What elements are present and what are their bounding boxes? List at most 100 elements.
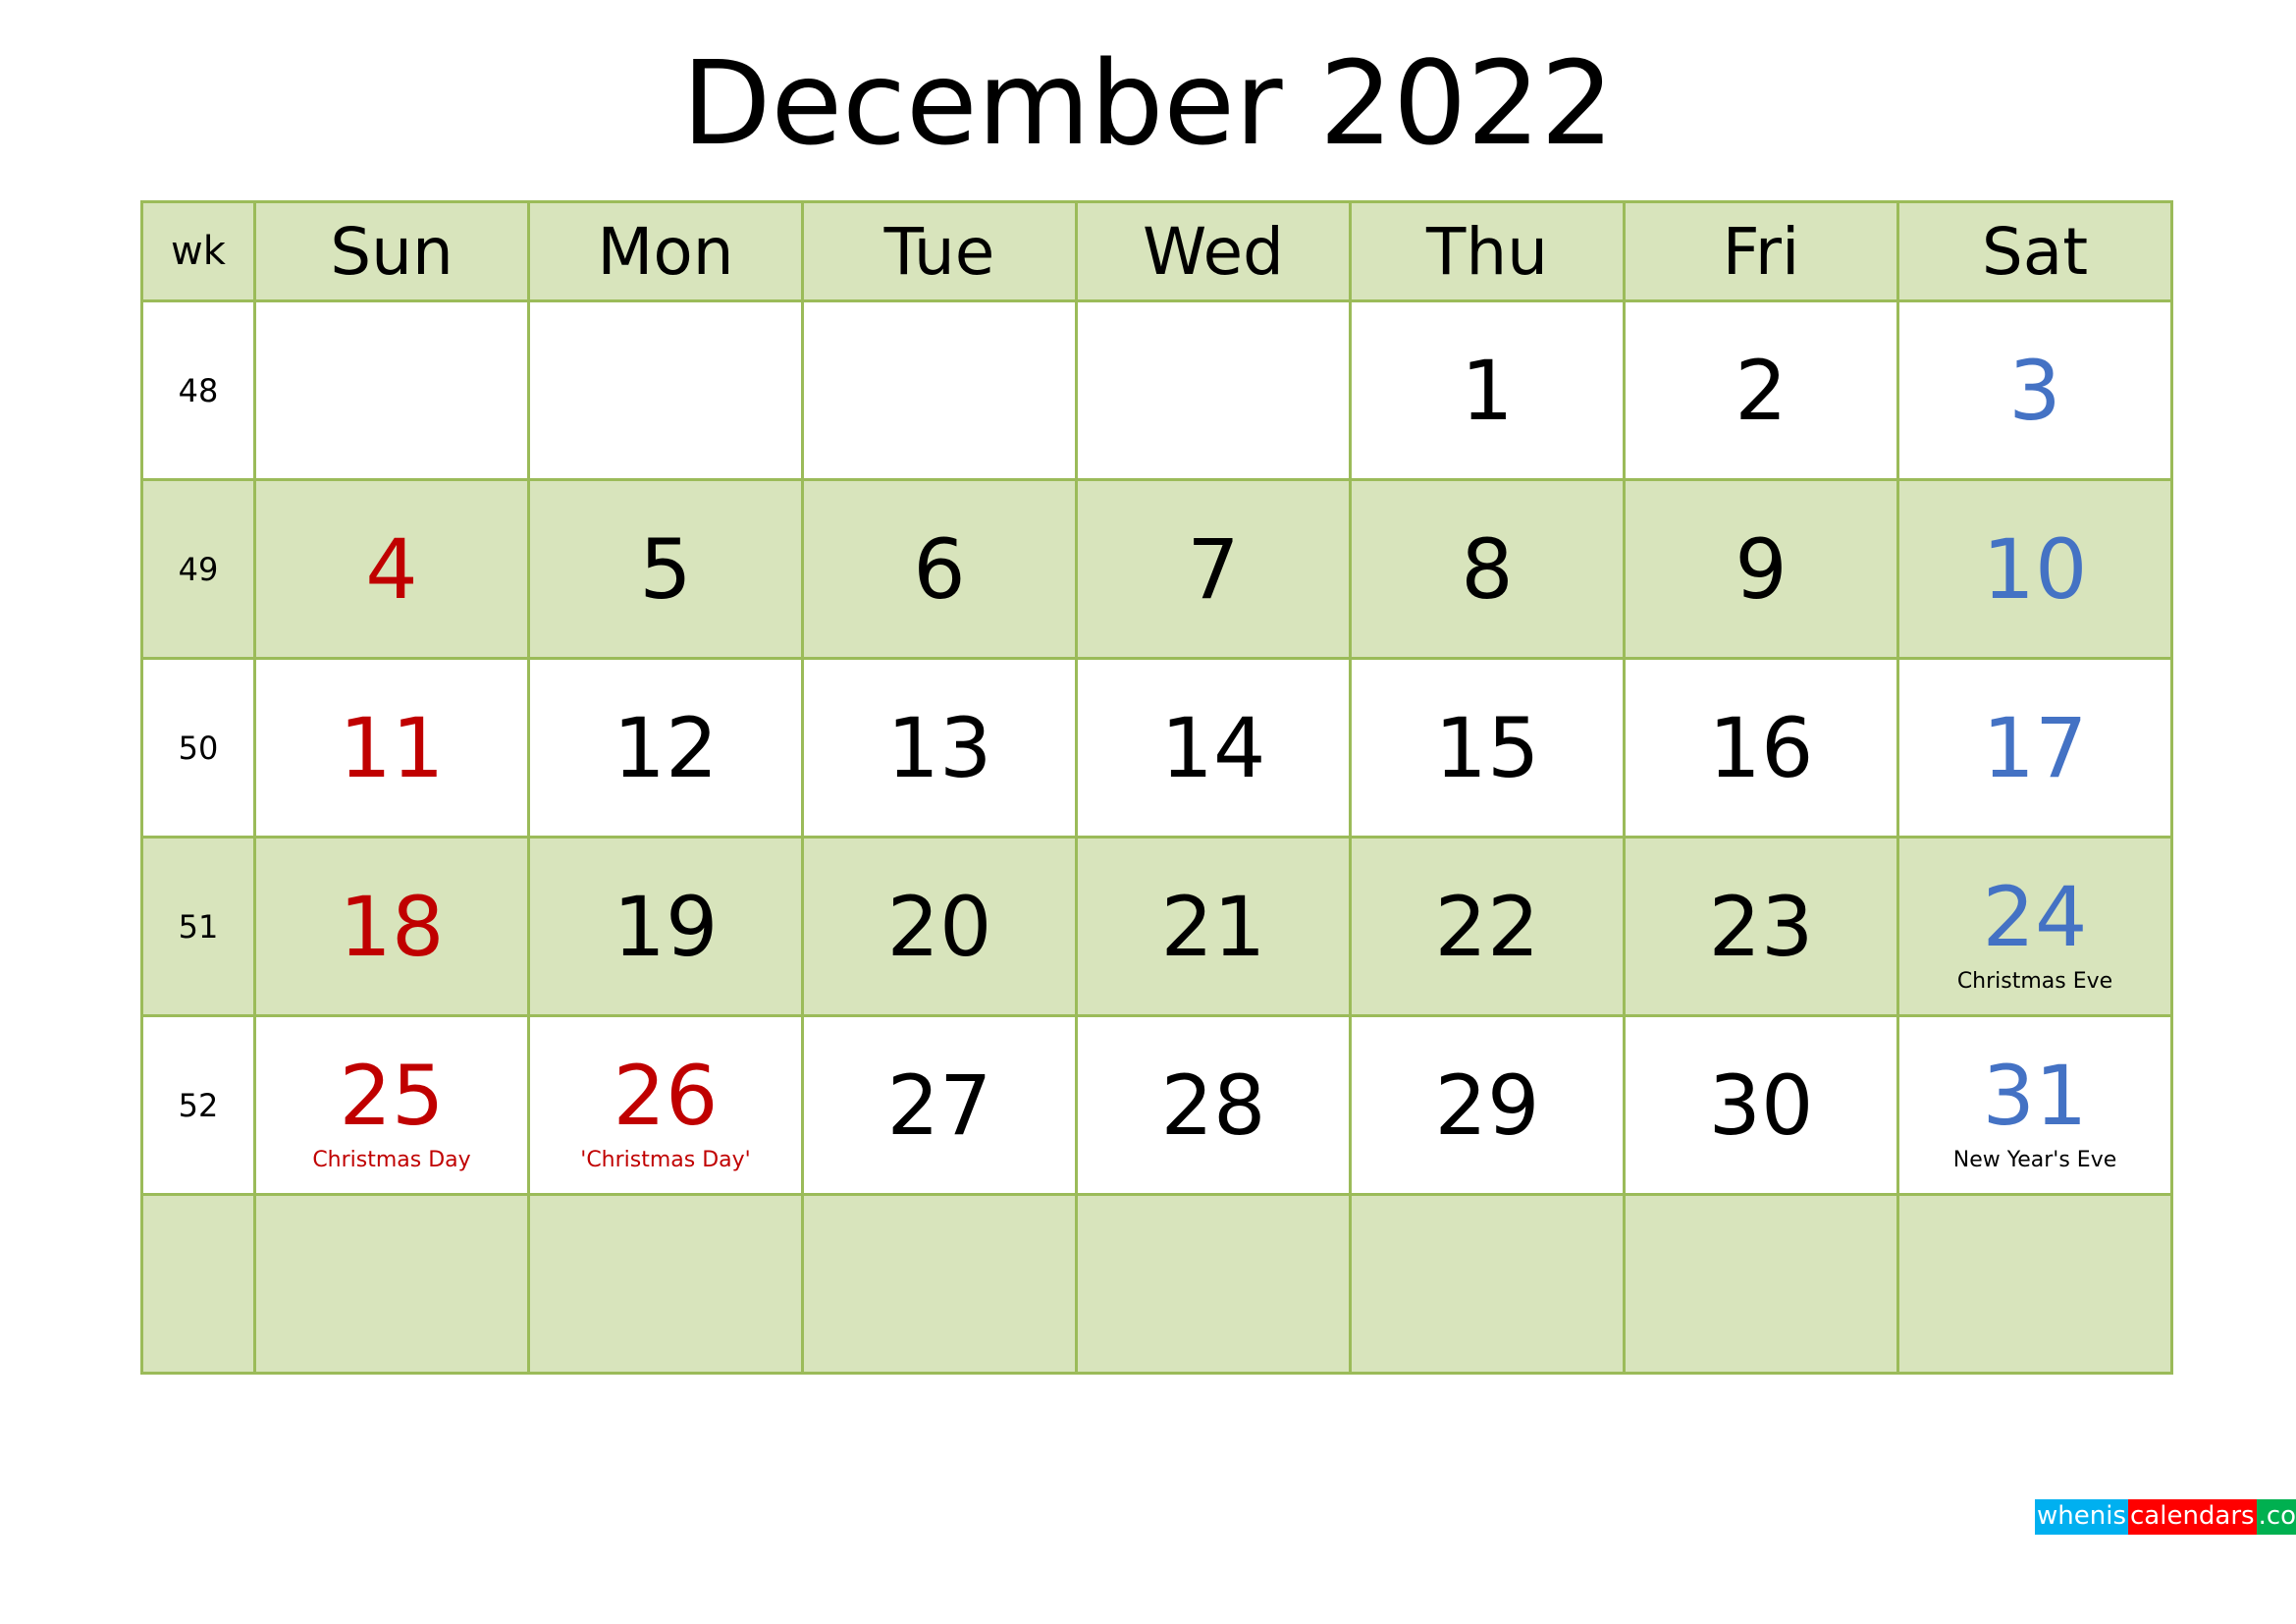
day-cell (1075, 299, 1352, 481)
week-number: 51 (140, 836, 256, 1017)
day-number: 27 (886, 1056, 992, 1154)
day-cell: 15 (1349, 657, 1626, 839)
week-row: 50 11 12 13 14 15 16 17 (140, 657, 2173, 839)
week-row: 49 4 5 6 7 8 9 10 (140, 478, 2173, 660)
header-row: wk Sun Mon Tue Wed Thu Fri Sat (140, 200, 2173, 302)
holiday-label: 'Christmas Day' (580, 1148, 751, 1172)
day-cell: 12 (527, 657, 804, 839)
day-cell (1349, 1193, 1626, 1375)
day-number: 5 (639, 520, 692, 618)
day-number: 11 (339, 699, 445, 796)
day-cell: 27 (801, 1014, 1078, 1196)
day-cell: 28 (1075, 1014, 1352, 1196)
day-cell: 7 (1075, 478, 1352, 660)
calendar-grid: wk Sun Mon Tue Wed Thu Fri Sat 48 1 2 3 49 4 5 6 7 8 9 10… (140, 200, 2173, 1375)
day-header-tue: Tue (801, 200, 1078, 302)
day-cell: 25 Christmas Day (253, 1014, 530, 1196)
week-row: 52 25 Christmas Day 26 'Christmas Day' 27 28 29… (140, 1014, 2173, 1196)
day-cell: 29 (1349, 1014, 1626, 1196)
day-cell (253, 1193, 530, 1375)
day-header-thu: Thu (1349, 200, 1626, 302)
day-number: 4 (365, 520, 418, 618)
week-row (140, 1193, 2173, 1375)
day-cell: 26 'Christmas Day' (527, 1014, 804, 1196)
day-number: 8 (1461, 520, 1514, 618)
day-cell: 23 (1623, 836, 1899, 1017)
day-cell: 30 (1623, 1014, 1899, 1196)
day-cell: 5 (527, 478, 804, 660)
day-cell: 14 (1075, 657, 1352, 839)
day-number: 25 (339, 1048, 445, 1144)
day-header-fri: Fri (1623, 200, 1899, 302)
week-number: 48 (140, 299, 256, 481)
logo-part-3: .com (2256, 1499, 2296, 1535)
day-cell: 19 (527, 836, 804, 1017)
day-cell (1896, 1193, 2173, 1375)
holiday-label: New Year's Eve (1952, 1148, 2117, 1172)
day-number: 31 (1982, 1048, 2088, 1144)
day-cell: 16 (1623, 657, 1899, 839)
day-number: 30 (1708, 1056, 1814, 1154)
day-cell: 13 (801, 657, 1078, 839)
logo: whenis calendars .com (2035, 1499, 2296, 1537)
day-cell: 10 (1896, 478, 2173, 660)
day-cell: 17 (1896, 657, 2173, 839)
day-number: 7 (1187, 520, 1240, 618)
day-number: 16 (1708, 699, 1814, 796)
day-number: 23 (1708, 878, 1814, 975)
holiday-label: Christmas Eve (1956, 969, 2113, 994)
day-cell (801, 299, 1078, 481)
day-number: 15 (1434, 699, 1540, 796)
day-cell (527, 299, 804, 481)
week-number: 49 (140, 478, 256, 660)
day-number: 17 (1982, 699, 2088, 796)
day-number: 3 (2008, 342, 2061, 439)
day-number: 19 (613, 878, 719, 975)
day-cell: 20 (801, 836, 1078, 1017)
day-cell: 3 (1896, 299, 2173, 481)
day-cell: 1 (1349, 299, 1626, 481)
day-number: 12 (613, 699, 719, 796)
day-cell: 31 New Year's Eve (1896, 1014, 2173, 1196)
day-number: 29 (1434, 1056, 1540, 1154)
day-number: 2 (1735, 342, 1788, 439)
day-number: 26 (613, 1048, 719, 1144)
day-number: 18 (339, 878, 445, 975)
day-number: 20 (886, 878, 992, 975)
day-header-sun: Sun (253, 200, 530, 302)
day-number: 21 (1160, 878, 1266, 975)
week-number: 52 (140, 1014, 256, 1196)
day-cell: 2 (1623, 299, 1899, 481)
week-number-header: wk (140, 200, 256, 302)
day-cell: 8 (1349, 478, 1626, 660)
day-cell (527, 1193, 804, 1375)
logo-part-1: whenis (2035, 1499, 2128, 1535)
day-number: 14 (1160, 699, 1266, 796)
day-number: 28 (1160, 1056, 1266, 1154)
day-cell (253, 299, 530, 481)
week-row: 48 1 2 3 (140, 299, 2173, 481)
day-cell: 24 Christmas Eve (1896, 836, 2173, 1017)
day-number: 6 (913, 520, 966, 618)
day-number: 9 (1735, 520, 1788, 618)
day-number: 24 (1982, 869, 2088, 965)
day-cell (1075, 1193, 1352, 1375)
day-number: 22 (1434, 878, 1540, 975)
week-row: 51 18 19 20 21 22 23 24 Christmas Eve (140, 836, 2173, 1017)
day-cell: 9 (1623, 478, 1899, 660)
day-header-sat: Sat (1896, 200, 2173, 302)
day-cell: 21 (1075, 836, 1352, 1017)
day-cell (1623, 1193, 1899, 1375)
page-title: December 2022 (681, 35, 1615, 171)
day-cell: 6 (801, 478, 1078, 660)
day-number: 13 (886, 699, 992, 796)
week-number (140, 1193, 256, 1375)
day-number: 10 (1982, 520, 2088, 618)
day-cell: 22 (1349, 836, 1626, 1017)
day-cell: 18 (253, 836, 530, 1017)
week-number: 50 (140, 657, 256, 839)
day-cell: 11 (253, 657, 530, 839)
holiday-label: Christmas Day (312, 1148, 471, 1172)
day-header-mon: Mon (527, 200, 804, 302)
day-cell (801, 1193, 1078, 1375)
